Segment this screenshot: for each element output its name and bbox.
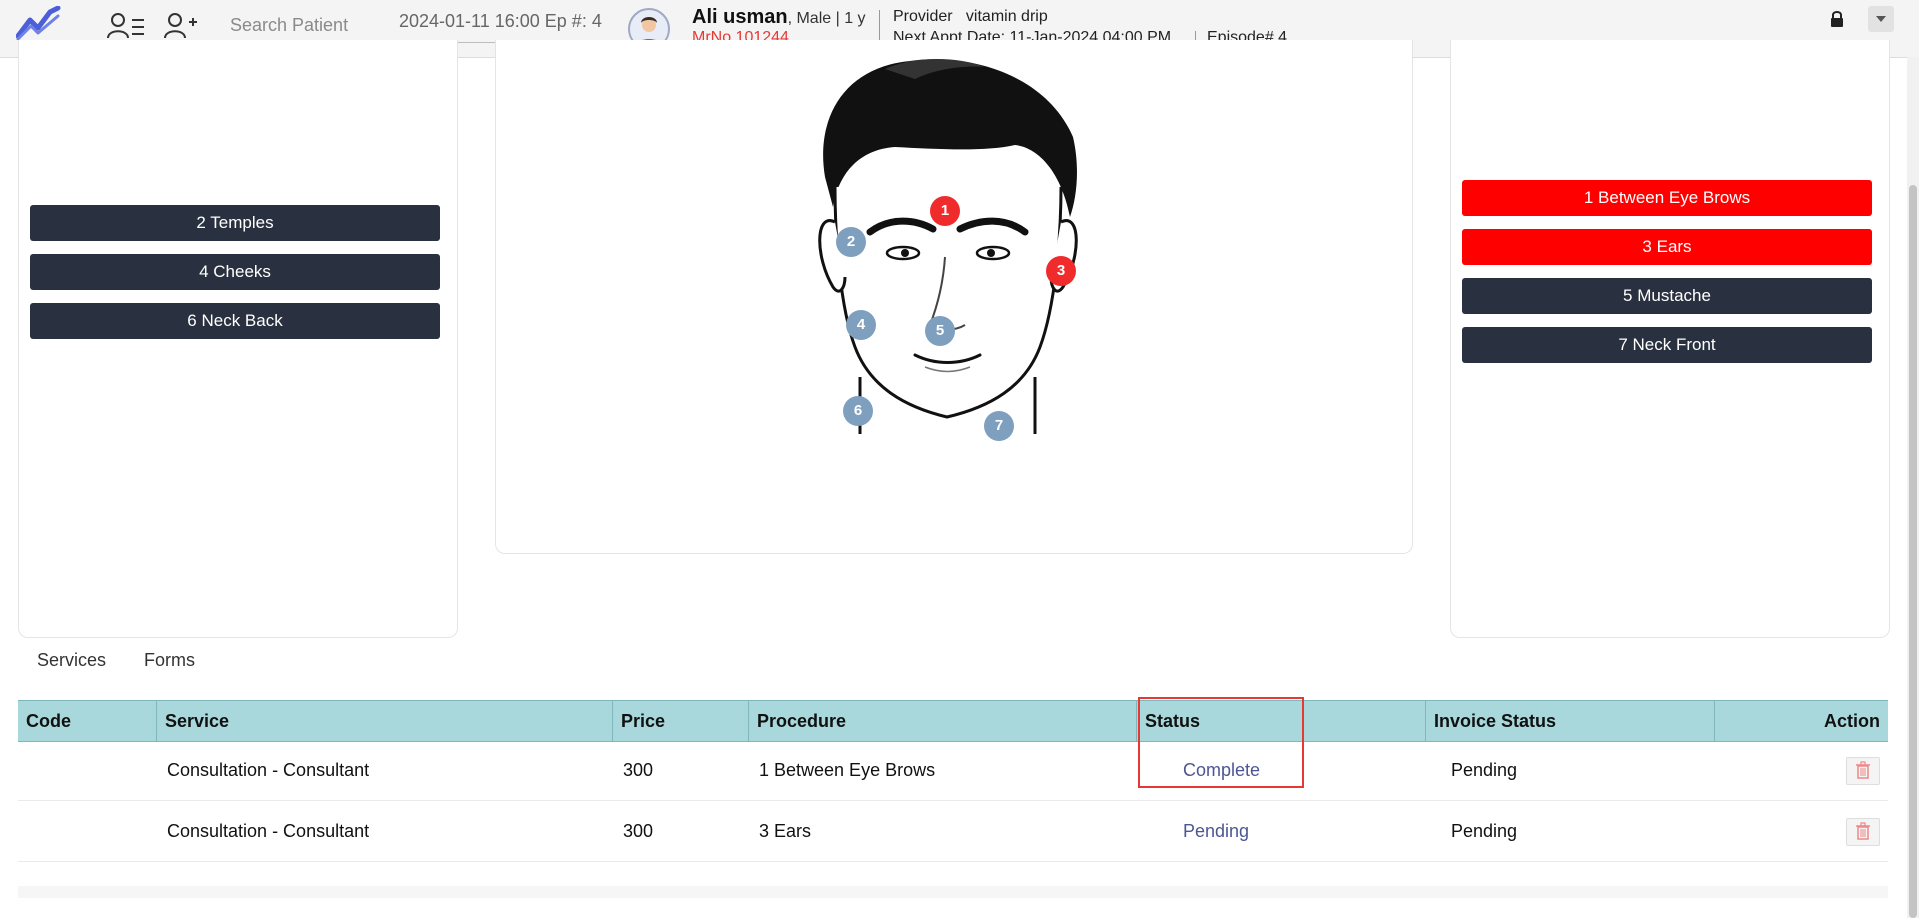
face-marker-7[interactable]: 7 [984,411,1014,441]
provider-info: Provider vitamin drip [893,8,1048,25]
scrollbar-thumb[interactable] [1909,185,1917,918]
tab-services[interactable]: Services [37,650,106,671]
column-header-status: Status [1136,701,1425,741]
trash-icon [1856,822,1870,840]
face-marker-6[interactable]: 6 [843,396,873,426]
trend-logo-icon[interactable] [16,6,62,40]
area-button-between-eye-brows[interactable]: 1 Between Eye Brows [1462,180,1872,216]
column-header-code: Code [26,711,71,731]
left-areas-panel [18,40,458,638]
cell-invoice-status: Pending [1451,760,1518,780]
area-button-mustache[interactable]: 5 Mustache [1462,278,1872,314]
cell-status-link[interactable]: Pending [1183,801,1249,861]
delete-button[interactable] [1846,757,1880,785]
face-marker-5[interactable]: 5 [925,316,955,346]
cell-procedure: 3 Ears [759,821,812,841]
face-marker-2[interactable]: 2 [836,227,866,257]
cell-price: 300 [623,760,654,780]
tab-forms[interactable]: Forms [144,650,195,671]
episode-selector[interactable]: 2024-01-11 16:00 Ep #: 4 [399,8,604,43]
table-row: Consultation - Consultant 300 3 Ears Pen… [18,801,1888,862]
cell-procedure: 1 Between Eye Brows [759,760,936,780]
column-header-procedure: Procedure [748,701,1136,741]
search-patient-input[interactable] [230,8,379,43]
area-button-temples[interactable]: 2 Temples [30,205,440,241]
cell-status-link[interactable]: Complete [1183,740,1260,800]
area-button-ears[interactable]: 3 Ears [1462,229,1872,265]
lock-icon[interactable] [1830,10,1844,28]
column-header-service: Service [156,701,612,741]
cell-invoice-status: Pending [1451,821,1518,841]
face-marker-1[interactable]: 1 [930,196,960,226]
chevron-down-icon [1876,16,1886,22]
add-patient-icon[interactable] [163,10,199,42]
column-header-price: Price [612,701,748,741]
patient-name: Ali usman, Male | 1 y [692,6,866,28]
patient-list-icon[interactable] [106,10,146,42]
services-table-header: Code Service Price Procedure Status Invo… [18,700,1888,742]
area-button-cheeks[interactable]: 4 Cheeks [30,254,440,290]
cell-service: Consultation - Consultant [167,821,370,841]
footer-strip [18,886,1888,898]
trash-icon [1856,761,1870,779]
area-button-neck-back[interactable]: 6 Neck Back [30,303,440,339]
face-marker-4[interactable]: 4 [846,310,876,340]
patient-gender-age: , Male | 1 y [787,10,866,27]
table-row: Consultation - Consultant 300 1 Between … [18,740,1888,801]
column-header-invoice-status: Invoice Status [1425,701,1714,741]
provider-value: vitamin drip [965,8,1048,25]
column-header-action: Action [1714,701,1888,741]
cell-service: Consultation - Consultant [167,760,370,780]
menu-dropdown-button[interactable] [1868,6,1894,32]
face-marker-3[interactable]: 3 [1046,256,1076,286]
area-button-neck-front[interactable]: 7 Neck Front [1462,327,1872,363]
delete-button[interactable] [1846,818,1880,846]
cell-price: 300 [623,821,654,841]
